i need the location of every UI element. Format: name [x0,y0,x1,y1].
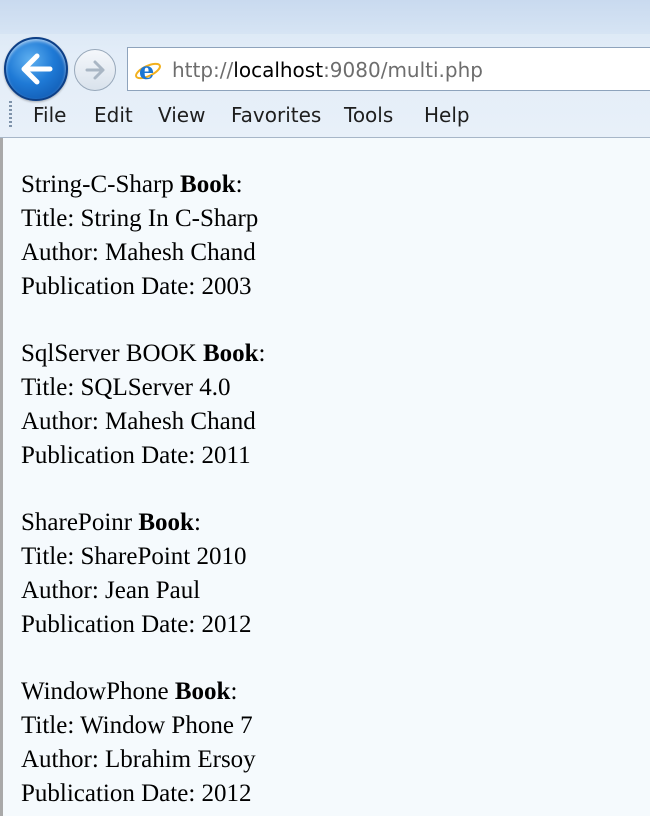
book-date: Publication Date: 2003 [21,273,252,300]
book-date: Publication Date: 2012 [21,611,252,638]
heading-colon: : [193,509,201,536]
book-label: Book [180,171,236,198]
browser-chrome: e http://localhost:9080/multi.php File E… [0,0,650,138]
svg-text:e: e [139,56,154,84]
book-entry: WindowPhone Book: Title: Window Phone 7 … [21,675,256,811]
book-entry: SharePoinr Book: Title: SharePoint 2010 … [21,506,252,642]
address-bar[interactable]: e http://localhost:9080/multi.php [127,47,650,91]
book-heading: WindowPhone Book: [21,675,256,709]
menu-view[interactable]: View [156,103,207,127]
book-heading: SqlServer BOOK Book: [21,337,265,371]
menu-help[interactable]: Help [422,103,472,127]
page-content: String-C-Sharp Book: Title: String In C-… [0,138,650,816]
heading-colon: : [258,340,266,367]
book-name: String-C-Sharp [21,171,174,198]
menu-tools[interactable]: Tools [342,103,395,127]
arrow-right-icon [85,60,105,80]
toolbar-grip[interactable] [9,101,12,129]
book-entry: SqlServer BOOK Book: Title: SQLServer 4.… [21,337,265,473]
book-label: Book [138,509,194,536]
book-author: Author: Mahesh Chand [21,408,256,435]
back-button[interactable] [4,37,68,101]
book-name: SharePoinr [21,509,133,536]
book-author: Author: Mahesh Chand [21,239,256,266]
book-name: WindowPhone [21,678,169,705]
menu-file[interactable]: File [31,103,68,127]
menu-edit[interactable]: Edit [92,103,135,127]
book-title: Title: Window Phone 7 [21,712,253,739]
book-date: Publication Date: 2012 [21,780,252,807]
book-heading: String-C-Sharp Book: [21,168,258,202]
title-strip [0,0,650,34]
internet-explorer-icon: e [135,56,161,84]
book-author: Author: Jean Paul [21,577,201,604]
heading-colon: : [235,171,243,198]
book-entry: String-C-Sharp Book: Title: String In C-… [21,168,258,304]
heading-colon: : [230,678,238,705]
menu-bar: File Edit View Favorites Tools Help [0,96,650,134]
forward-button[interactable] [74,49,116,91]
book-label: Book [174,678,231,705]
book-label: Book [202,340,259,367]
arrow-left-icon [21,53,53,85]
book-date: Publication Date: 2011 [21,442,251,469]
book-title: Title: SharePoint 2010 [21,543,247,570]
book-title: Title: String In C-Sharp [21,205,259,232]
book-name: SqlServer BOOK [21,340,197,367]
book-title: Title: SQLServer 4.0 [21,374,231,401]
book-heading: SharePoinr Book: [21,506,252,540]
book-author: Author: Lbrahim Ersoy [21,746,256,773]
url-host: localhost [233,58,324,82]
menu-favorites[interactable]: Favorites [229,103,323,127]
url-path: :9080/multi.php [323,58,483,82]
url-protocol: http:// [172,58,234,82]
url-text[interactable]: http://localhost:9080/multi.php [172,58,483,82]
